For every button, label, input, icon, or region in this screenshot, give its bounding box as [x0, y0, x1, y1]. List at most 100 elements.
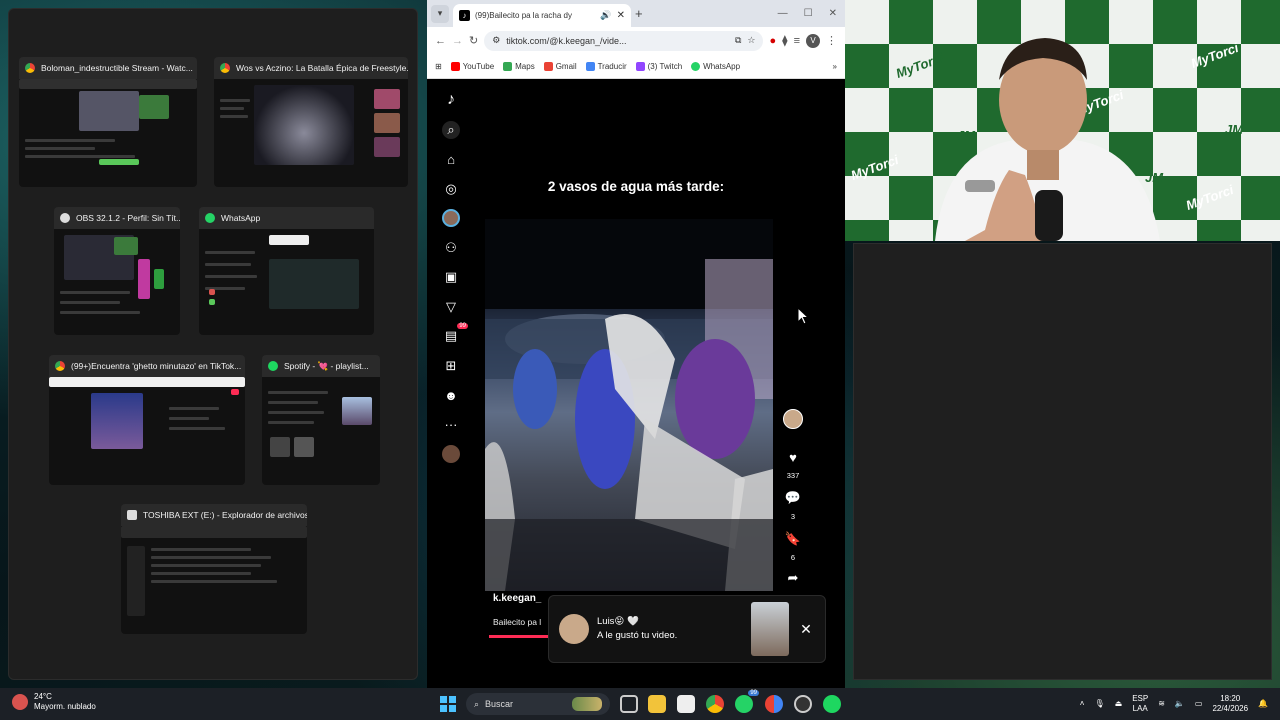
video-player[interactable]	[485, 219, 773, 591]
search-highlight-image	[572, 697, 602, 711]
system-tray: ˄ 🎙 ⏏ ESP LAA ≋ 🔈 ▭ 18:20 22/4/2026 🔔	[1080, 694, 1268, 713]
whatsapp-icon	[691, 61, 701, 71]
microphone-icon[interactable]: 🎙	[1094, 699, 1104, 708]
menu-icon[interactable]: ⋮	[826, 34, 837, 47]
video-frame	[485, 219, 773, 591]
site-info-icon[interactable]: ⚙	[492, 35, 500, 46]
apps-grid-icon[interactable]: ⊞	[435, 62, 442, 71]
bookmark-gmail[interactable]: Gmail	[543, 61, 577, 71]
new-tab-button[interactable]: +	[635, 6, 643, 21]
search-icon[interactable]: ⌕	[442, 120, 460, 139]
logo-text: JM	[1225, 122, 1244, 137]
tiktok-page: ♪ ⌕ ⌂ ◎ ⚇ ▣ ▽ ▤ 99 ⊞ ☻ ··· 2 vasos de agu…	[427, 79, 845, 688]
chevron-up-icon[interactable]: ˄	[1080, 699, 1085, 708]
whatsapp-icon	[205, 213, 215, 223]
bookmark-maps[interactable]: Maps	[503, 61, 535, 71]
save-count: 6	[790, 553, 796, 562]
battery-icon[interactable]: ▭	[1195, 699, 1203, 708]
weather-widget[interactable]: 24°C Mayorm. nublado	[12, 692, 96, 712]
minimize-button[interactable]: —	[778, 8, 788, 19]
video-caption: 2 vasos de agua más tarde:	[547, 179, 725, 194]
store-taskbar-icon[interactable]	[677, 695, 695, 713]
task-view-window-6[interactable]: TOSHIBA EXT (E:) - Explorador de archivo…	[121, 504, 307, 634]
more-bookmarks-icon[interactable]: »	[833, 62, 837, 71]
task-view-window-1[interactable]: Wos vs Aczino: La Batalla Épica de Frees…	[214, 57, 408, 187]
close-window-button[interactable]: ✕	[829, 8, 837, 19]
task-view-window-4[interactable]: (99+)Encuentra 'ghetto minutazo' en TikT…	[49, 355, 245, 485]
forward-button[interactable]: →	[452, 35, 463, 47]
file-explorer-taskbar-icon[interactable]	[648, 695, 666, 713]
extensions-icon[interactable]: ⧫	[782, 34, 787, 47]
video-author[interactable]: k.keegan_	[493, 593, 541, 604]
video-progress-bar[interactable]	[489, 635, 549, 638]
chrome-profile-taskbar-icon[interactable]	[765, 695, 783, 713]
whatsapp-taskbar-icon[interactable]: 99	[735, 690, 759, 713]
task-view-window-2[interactable]: OBS 32.1.2 - Perfil: Sin Tít...	[54, 207, 180, 335]
language-indicator[interactable]: ESP LAA	[1132, 694, 1148, 713]
live-icon[interactable]: ▣	[442, 268, 460, 286]
profile-icon[interactable]: ☻	[442, 386, 460, 404]
inbox-icon[interactable]: ▤ 99	[442, 323, 468, 345]
tab-close-icon[interactable]: ✕	[617, 10, 625, 21]
tab-title: (99)Bailecito pa la racha dy	[475, 11, 572, 20]
save-icon[interactable]: 🔖	[783, 529, 803, 549]
messages-icon[interactable]: ▽	[442, 298, 460, 316]
following-icon[interactable]: ⚇	[442, 239, 460, 257]
usb-icon[interactable]: ⏏	[1115, 699, 1123, 708]
bookmark-twitch[interactable]: (3) Twitch	[635, 61, 682, 71]
window-title: Wos vs Aczino: La Batalla Épica de Frees…	[236, 63, 408, 73]
window-title: Spotify - 💘 - playlist...	[284, 360, 369, 371]
tab-active[interactable]: ♪ (99)Bailecito pa la racha dy 🔊 ✕	[453, 4, 631, 27]
taskbar-search[interactable]: ⌕ Buscar	[466, 693, 610, 715]
bookmark-star-icon[interactable]: ☆	[747, 35, 755, 46]
notification-close-icon[interactable]: ✕	[797, 621, 815, 638]
home-icon[interactable]: ⌂	[442, 150, 460, 168]
reload-button[interactable]: ↻	[469, 34, 478, 47]
task-view-button[interactable]	[620, 695, 638, 713]
install-icon[interactable]: ⧉	[735, 35, 741, 46]
profile-avatar-icon[interactable]	[442, 209, 460, 227]
address-bar[interactable]: ⚙ tiktok.com/@k.keegan_/vide... ⧉ ☆	[484, 30, 764, 51]
notification-name: Luis😝 🤍	[597, 615, 639, 627]
profile-avatar[interactable]: V	[806, 33, 820, 48]
mouse-cursor-icon	[797, 307, 809, 325]
maximize-button[interactable]: ☐	[804, 8, 813, 19]
browser-toolbar: ← → ↻ ⚙ tiktok.com/@k.keegan_/vide... ⧉ …	[427, 27, 845, 54]
like-icon[interactable]: ♥	[783, 447, 803, 467]
like-notification[interactable]: Luis😝 🤍 A le gustó tu video. ✕	[548, 595, 826, 663]
task-view-window-5[interactable]: Spotify - 💘 - playlist...	[262, 355, 380, 485]
video-description: Bailecito pa l	[493, 617, 542, 627]
youtube-icon	[450, 61, 460, 71]
window-title: OBS 32.1.2 - Perfil: Sin Tít...	[76, 213, 180, 223]
chrome-icon	[55, 361, 65, 371]
search-icon: ⌕	[474, 698, 480, 709]
spotify-taskbar-icon[interactable]	[823, 695, 841, 713]
share-icon[interactable]: ➦	[783, 568, 803, 588]
tiktok-logo-icon[interactable]: ♪	[442, 91, 460, 109]
upload-icon[interactable]: ⊞	[442, 357, 460, 375]
following-avatars-icon[interactable]	[442, 445, 460, 463]
back-button[interactable]: ←	[435, 35, 446, 47]
chrome-taskbar-icon[interactable]	[706, 695, 724, 713]
opera-extension-icon[interactable]: ●	[769, 35, 776, 47]
task-view-window-3[interactable]: WhatsApp	[199, 207, 374, 335]
start-button[interactable]	[440, 696, 456, 712]
speaker-icon[interactable]: 🔊	[600, 10, 611, 21]
task-view-window-0[interactable]: Boloman_indestructible Stream - Watc...	[19, 57, 197, 187]
time: 18:20	[1220, 694, 1241, 703]
obs-taskbar-icon[interactable]	[794, 695, 812, 713]
wifi-icon[interactable]: ≋	[1158, 699, 1165, 708]
reading-list-icon[interactable]: ≡	[794, 35, 800, 47]
tab-search-button[interactable]: ▾	[431, 4, 449, 23]
temperature: 24°C	[34, 692, 52, 701]
creator-avatar[interactable]	[783, 409, 803, 429]
bookmark-youtube[interactable]: YouTube	[450, 61, 494, 71]
bookmark-whatsapp[interactable]: WhatsApp	[691, 61, 740, 71]
bookmark-traducir[interactable]: Traducir	[585, 61, 627, 71]
clock[interactable]: 18:20 22/4/2026	[1212, 694, 1248, 713]
comment-icon[interactable]: 💬	[783, 488, 803, 508]
volume-icon[interactable]: 🔈	[1175, 699, 1185, 708]
more-icon[interactable]: ···	[442, 416, 460, 434]
notifications-icon[interactable]: 🔔	[1258, 699, 1268, 708]
translate-icon	[585, 61, 595, 71]
